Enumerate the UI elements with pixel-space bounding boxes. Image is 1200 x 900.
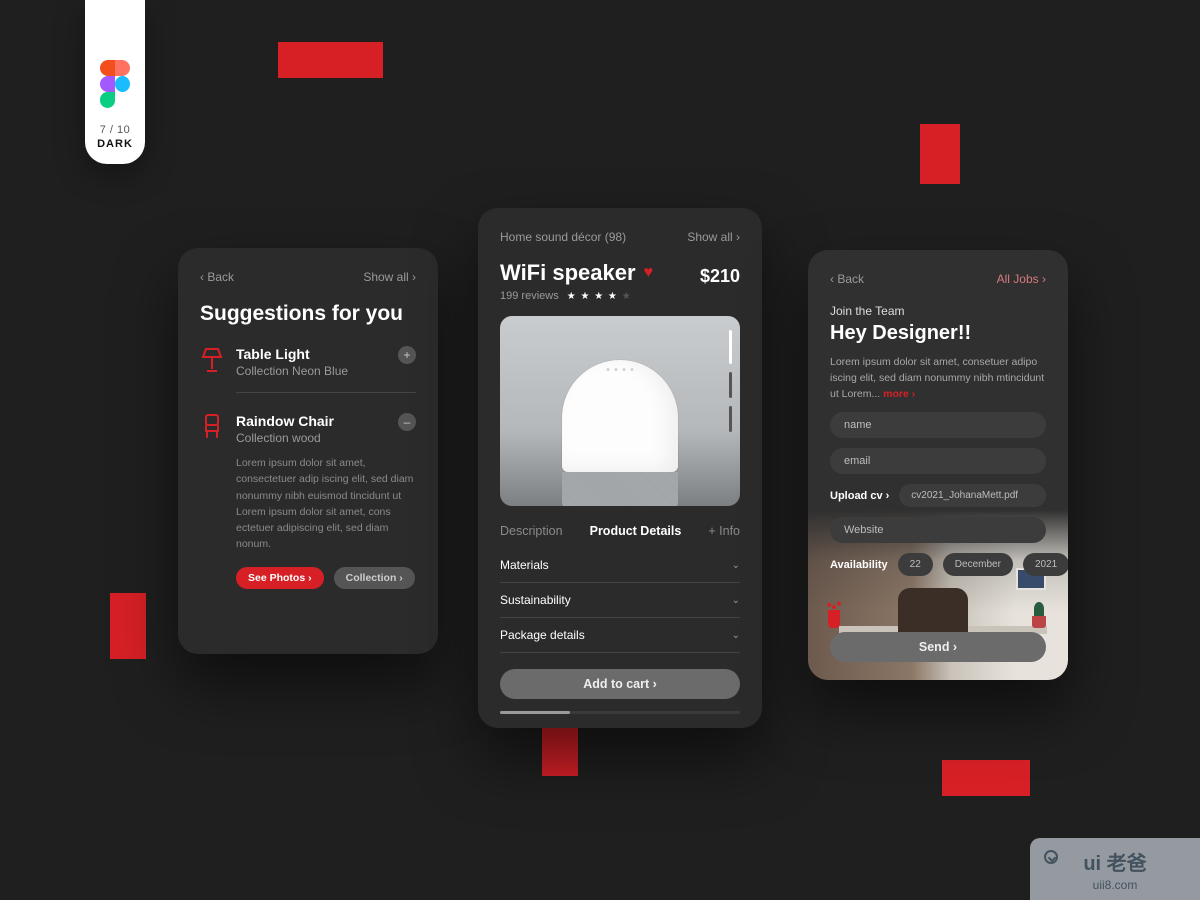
suggestions-card: ‹ Back Show all › Suggestions for you Ta… (178, 248, 438, 654)
watermark-icon (1044, 850, 1058, 864)
avail-day[interactable]: 22 (898, 553, 933, 576)
list-item[interactable]: Raindow Chair Collection wood – (200, 413, 416, 445)
back-button[interactable]: ‹ Back (830, 272, 864, 286)
divider (236, 392, 416, 393)
decor-block (278, 42, 383, 78)
decor-block (110, 593, 146, 659)
page-title: Suggestions for you (200, 302, 416, 326)
badge-mode: DARK (97, 138, 133, 150)
upload-cv-label[interactable]: Upload cv › (830, 490, 889, 502)
see-photos-button[interactable]: See Photos › (236, 567, 324, 589)
more-link[interactable]: more › (883, 388, 915, 400)
lamp-icon (200, 346, 224, 374)
chevron-down-icon: ⌄ (732, 595, 740, 606)
show-all-link[interactable]: Show all › (363, 270, 416, 284)
join-team-card: ‹ Back All Jobs › Join the Team Hey Desi… (808, 250, 1068, 680)
product-image[interactable] (500, 316, 740, 506)
show-all-link[interactable]: Show all › (687, 230, 740, 244)
chair-icon (200, 413, 224, 441)
item-title: Raindow Chair (236, 413, 386, 429)
scrollbar[interactable] (500, 711, 740, 714)
watermark: ui 老爸 uii8.com (1030, 838, 1200, 900)
breadcrumb[interactable]: Home sound décor (98) (500, 230, 626, 244)
watermark-url: uii8.com (1093, 878, 1138, 892)
accordion-label: Sustainability (500, 593, 571, 607)
send-button[interactable]: Send › (830, 632, 1046, 662)
availability-label: Availability (830, 559, 888, 571)
accordion-sustainability[interactable]: Sustainability ⌄ (500, 583, 740, 618)
collection-button[interactable]: Collection › (334, 567, 415, 589)
watermark-text: ui 老爸 (1083, 847, 1146, 876)
decor-block (942, 760, 1030, 796)
avail-year[interactable]: 2021 (1023, 553, 1068, 576)
figma-logo-icon (100, 60, 130, 108)
accordion-label: Package details (500, 628, 585, 642)
tab-product-details[interactable]: Product Details (590, 524, 682, 538)
collapse-button[interactable]: – (398, 413, 416, 431)
all-jobs-link[interactable]: All Jobs › (997, 272, 1046, 286)
accordion-label: Materials (500, 558, 549, 572)
avail-month[interactable]: December (943, 553, 1013, 576)
list-item[interactable]: Table Light Collection Neon Blue + (200, 346, 416, 378)
accordion-materials[interactable]: Materials ⌄ (500, 548, 740, 583)
section-subtitle: Join the Team (830, 304, 1046, 318)
back-button[interactable]: ‹ Back (200, 270, 234, 284)
speaker-illustration (562, 360, 678, 506)
star-rating: ★ ★ ★ ★ ★ (567, 291, 632, 302)
item-title: Table Light (236, 346, 386, 362)
email-input[interactable]: email (830, 448, 1046, 474)
section-description: Lorem ipsum dolor sit amet, consetuer ad… (830, 355, 1046, 402)
name-input[interactable]: name (830, 412, 1046, 438)
chevron-down-icon: ⌄ (732, 630, 740, 641)
item-subtitle: Collection Neon Blue (236, 364, 386, 378)
tab-info[interactable]: + Info (708, 524, 740, 538)
product-card: Home sound décor (98) Show all › WiFi sp… (478, 208, 762, 728)
item-description: Lorem ipsum dolor sit amet, consectetuer… (236, 455, 416, 553)
item-subtitle: Collection wood (236, 431, 386, 445)
tabs: Description Product Details + Info (500, 524, 740, 538)
website-input[interactable]: Website (830, 517, 1046, 543)
heart-icon[interactable]: ♥ (644, 264, 654, 282)
product-title: WiFi speaker (500, 260, 636, 286)
price: $210 (700, 266, 740, 287)
add-to-cart-button[interactable]: Add to cart › (500, 669, 740, 699)
expand-button[interactable]: + (398, 346, 416, 364)
section-title: Hey Designer!! (830, 322, 1046, 345)
image-pager[interactable] (729, 330, 732, 432)
badge-count: 7 / 10 (100, 124, 131, 136)
chevron-down-icon: ⌄ (732, 560, 740, 571)
accordion-package[interactable]: Package details ⌄ (500, 618, 740, 653)
reviews-count[interactable]: 199 reviews (500, 290, 559, 302)
decor-block (920, 124, 960, 184)
figma-badge: 7 / 10 DARK (85, 0, 145, 164)
uploaded-file-chip[interactable]: cv2021_JohanaMett.pdf (899, 484, 1046, 507)
tab-description[interactable]: Description (500, 524, 563, 538)
